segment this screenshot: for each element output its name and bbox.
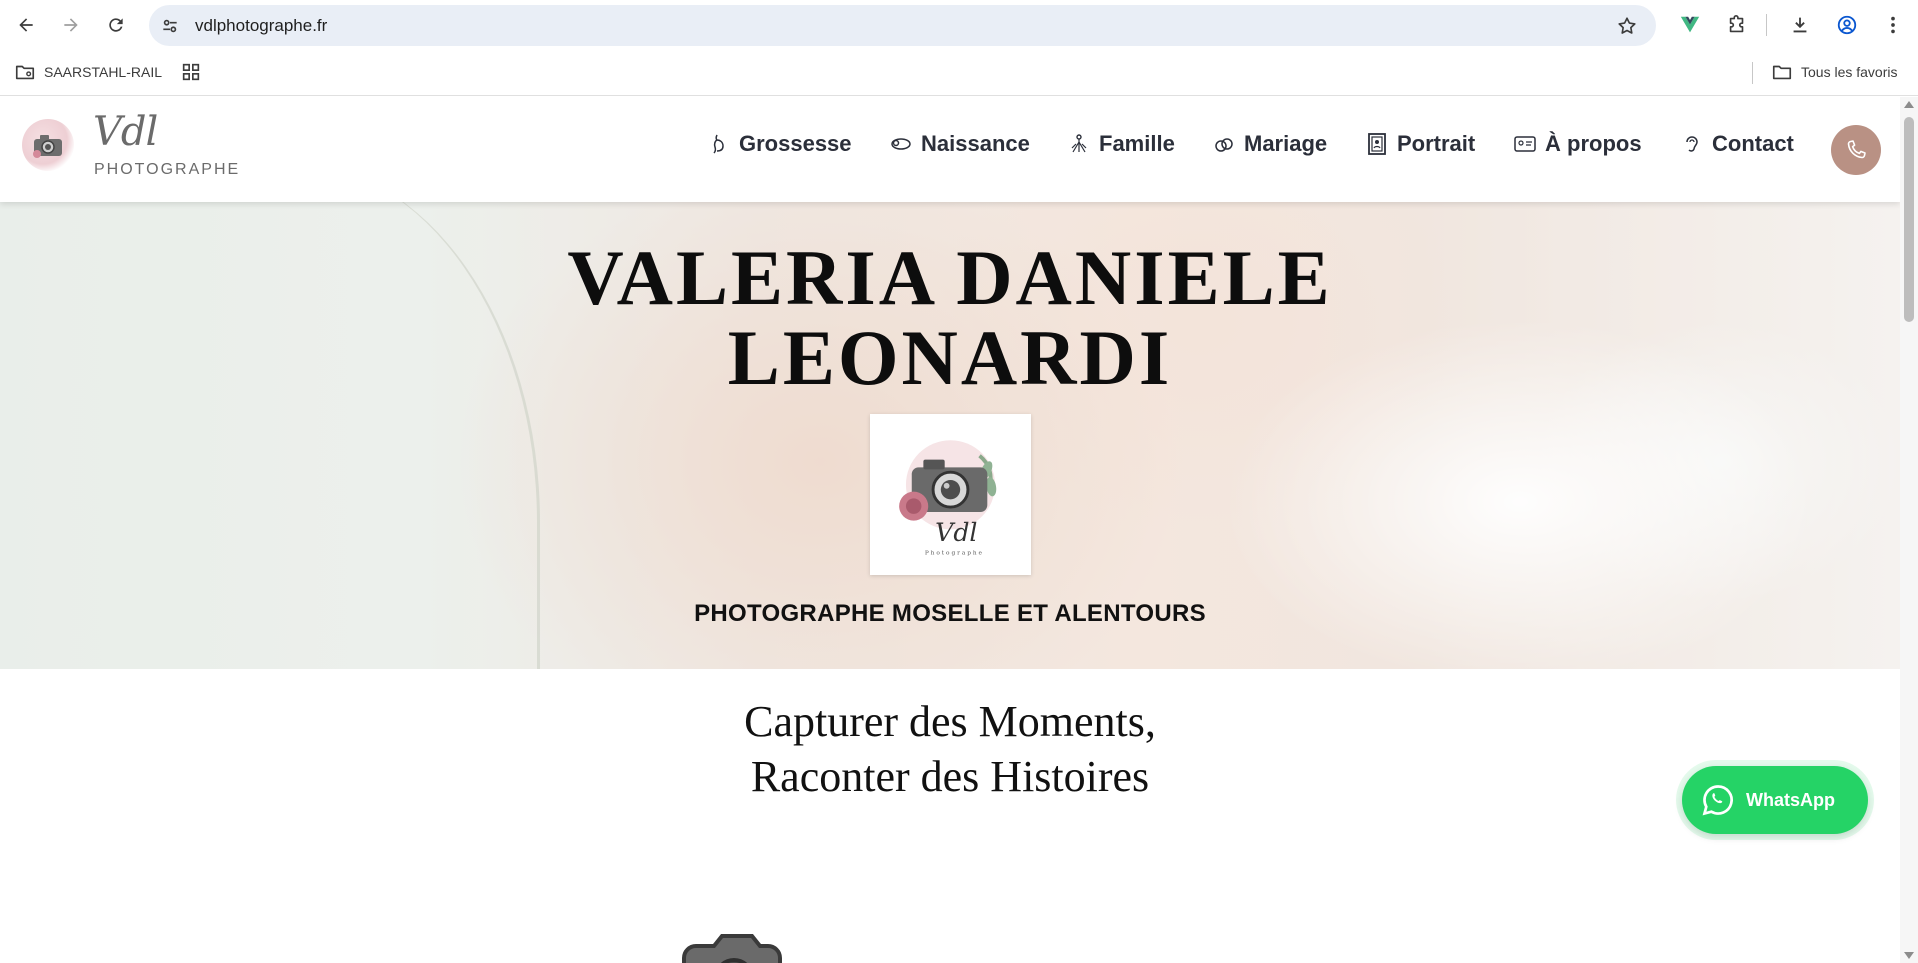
bookmarks-divider	[1752, 62, 1753, 84]
scroll-down-arrow[interactable]	[1904, 952, 1914, 959]
puzzle-icon	[1729, 15, 1744, 33]
nav-item-a-propos[interactable]: À propos	[1513, 131, 1642, 157]
back-button[interactable]	[12, 11, 40, 39]
section-tagline: Capturer des Moments, Raconter des Histo…	[0, 694, 1900, 804]
vue-devtools-extension[interactable]	[1677, 12, 1703, 38]
arrow-left-icon	[19, 18, 33, 32]
bookmark-label: SAARSTAHL-RAIL	[44, 64, 162, 80]
whatsapp-button[interactable]: WhatsApp	[1682, 766, 1868, 834]
reload-icon	[109, 18, 123, 32]
tagline-line1: Capturer des Moments,	[744, 697, 1156, 746]
portrait-icon	[1368, 133, 1386, 155]
all-bookmarks-label: Tous les favoris	[1801, 64, 1898, 80]
site-logo[interactable]	[22, 119, 74, 171]
url-text[interactable]: vdlphotographe.fr	[195, 16, 327, 36]
all-bookmarks-button[interactable]: Tous les favoris	[1771, 61, 1897, 83]
logo-script-text[interactable]: Vdl	[93, 109, 158, 155]
folder-icon	[1772, 65, 1792, 80]
logo-subtitle: PHOTOGRAPHE	[94, 161, 241, 178]
download-icon	[1793, 17, 1807, 33]
svg-text:Vdl: Vdl	[935, 518, 977, 547]
hero-title-line2: LEONARDI	[727, 314, 1173, 401]
folder-managed-icon	[15, 65, 35, 80]
site-info-button[interactable]	[159, 15, 181, 37]
camera-icon	[682, 934, 782, 963]
phone-icon	[1847, 140, 1866, 159]
nav-item-mariage[interactable]: Mariage	[1212, 131, 1327, 157]
ear-icon	[1686, 136, 1698, 152]
call-button[interactable]	[1831, 125, 1881, 175]
nav-item-famille[interactable]: Famille	[1067, 131, 1175, 157]
toolbar-divider	[1766, 14, 1767, 36]
profile-button[interactable]	[1834, 12, 1860, 38]
whatsapp-icon	[1702, 785, 1733, 816]
nav-item-portrait[interactable]: Portrait	[1365, 131, 1475, 157]
site-header: Vdl PHOTOGRAPHE Grossesse Naissance Fami…	[0, 97, 1900, 202]
apps-grid-icon	[182, 63, 200, 81]
hero-title-line1: VALERIA DANIELE	[567, 234, 1333, 321]
bookmarks-bar: SAARSTAHL-RAIL Tous les favoris	[0, 50, 1918, 96]
forward-button[interactable]	[57, 11, 85, 39]
browser-menu-button[interactable]	[1880, 12, 1906, 38]
camera-logo-image: Vdl Photographe	[899, 440, 997, 557]
browser-toolbar: vdlphotographe.fr	[0, 0, 1918, 50]
nav-item-grossesse[interactable]: Grossesse	[707, 131, 852, 157]
rings-icon	[1215, 138, 1233, 152]
bookmark-apps[interactable]	[180, 61, 202, 83]
family-icon	[1071, 134, 1087, 153]
vue-icon	[1680, 16, 1700, 33]
tune-icon	[163, 19, 177, 33]
svg-text:Photographe: Photographe	[925, 551, 984, 557]
bookmark-folder-saarstahl[interactable]: SAARSTAHL-RAIL	[14, 61, 162, 83]
whatsapp-label: WhatsApp	[1746, 789, 1835, 810]
nav-item-contact[interactable]: Contact	[1680, 131, 1794, 157]
tagline-line2: Raconter des Histoires	[750, 752, 1150, 801]
page-scrollbar[interactable]	[1900, 97, 1918, 963]
scroll-up-arrow[interactable]	[1904, 101, 1914, 108]
hero-subtitle: PHOTOGRAPHE MOSELLE ET ALENTOURS	[694, 600, 1206, 627]
arrow-right-icon	[64, 18, 78, 32]
hero-logo: Vdl Photographe	[870, 414, 1031, 575]
more-vertical-icon	[1891, 16, 1895, 34]
baby-icon	[891, 138, 911, 150]
bookmark-star-icon[interactable]	[1616, 15, 1638, 37]
id-card-icon	[1514, 136, 1536, 152]
scrollbar-thumb[interactable]	[1904, 117, 1914, 322]
hero-title: VALERIA DANIELE LEONARDI	[0, 238, 1900, 398]
hero-section: VALERIA DANIELE LEONARDI Vdl Photographe…	[0, 202, 1900, 669]
page-viewport: Vdl PHOTOGRAPHE Grossesse Naissance Fami…	[0, 97, 1900, 963]
reload-button[interactable]	[102, 11, 130, 39]
extensions-button[interactable]	[1724, 12, 1750, 38]
downloads-button[interactable]	[1787, 12, 1813, 38]
account-circle-icon	[1837, 15, 1857, 35]
camera-logo-icon	[33, 135, 62, 158]
nav-item-naissance[interactable]: Naissance	[889, 131, 1030, 157]
pregnancy-icon	[713, 134, 724, 154]
address-bar[interactable]: vdlphotographe.fr	[149, 5, 1656, 46]
